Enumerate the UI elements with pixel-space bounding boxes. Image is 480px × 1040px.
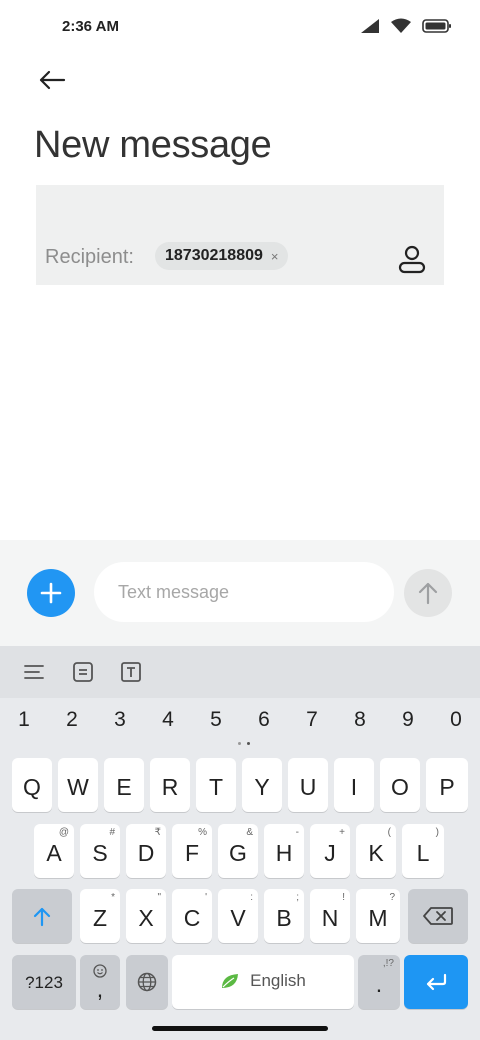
key-9[interactable]: 9 [388,708,428,732]
page-dots [234,742,254,748]
send-button[interactable] [404,569,452,617]
compose-area [0,540,480,646]
arrow-up-icon [418,582,438,605]
emoji-comma-key[interactable]: , [80,955,120,1009]
enter-arrow-icon [426,973,447,991]
backspace-icon [423,907,453,925]
symbols-key[interactable]: ?123 [12,955,76,1009]
space-label: English [250,971,306,990]
gesture-nav-bar[interactable] [152,1026,328,1031]
key-i[interactable]: I [334,758,374,812]
enter-key[interactable] [404,955,468,1009]
globe-icon [137,972,157,992]
shift-arrow-icon [33,907,51,927]
key-l[interactable]: ) L [402,824,444,878]
battery-icon [422,18,452,39]
key-6[interactable]: 6 [244,708,284,732]
key-f[interactable]: % F [172,824,212,878]
key-4[interactable]: 4 [148,708,188,732]
space-key[interactable]: English [172,955,354,1009]
chip-close-icon[interactable]: × [271,249,279,264]
key-c[interactable]: ' C [172,889,212,943]
key-g[interactable]: & G [218,824,258,878]
key-s[interactable]: # S [80,824,120,878]
back-button[interactable] [28,58,76,102]
clipboard-icon[interactable] [69,658,97,686]
key-q[interactable]: Q [12,758,52,812]
key-t[interactable]: T [196,758,236,812]
key-p[interactable]: P [426,758,468,812]
key-e[interactable]: E [104,758,144,812]
recipient-chip-number: 18730218809 [165,247,263,264]
key-a[interactable]: @ A [34,824,74,878]
leaf-icon [222,974,239,988]
wifi-icon [390,18,412,39]
key-5[interactable]: 5 [196,708,236,732]
contact-picker-button[interactable] [392,239,432,279]
menu-lines-icon[interactable] [20,658,48,686]
shift-key[interactable] [12,889,72,943]
key-o[interactable]: O [380,758,420,812]
page-title: New message [34,124,272,166]
arrow-left-icon [39,70,66,90]
message-input[interactable] [94,562,394,622]
add-attachment-button[interactable] [27,569,75,617]
key-b[interactable]: ; B [264,889,304,943]
status-bar: 2:36 AM [0,0,480,56]
recipient-chip[interactable]: 18730218809 × [155,242,289,270]
key-1[interactable]: 1 [4,708,44,732]
status-time: 2:36 AM [62,18,119,35]
key-v[interactable]: :V [218,889,258,943]
key-x[interactable]: " X [126,889,166,943]
language-key[interactable] [126,955,168,1009]
key-r[interactable]: R [150,758,190,812]
key-m[interactable]: ? M [356,889,400,943]
key-n[interactable]: ! N [310,889,350,943]
key-d[interactable]: ₹ D [126,824,166,878]
key-0[interactable]: 0 [436,708,476,732]
key-3[interactable]: 3 [100,708,140,732]
key-y[interactable]: Y [242,758,282,812]
period-key[interactable]: ,!? . [358,955,400,1009]
person-icon [398,245,426,274]
backspace-key[interactable] [408,889,468,943]
key-2[interactable]: 2 [52,708,92,732]
keyboard: 1 2 3 4 5 6 7 8 9 0 Q W E R T Y U I O P … [0,646,480,1040]
key-h[interactable]: -H [264,824,304,878]
recipient-label: Recipient: [45,246,134,268]
status-icons [360,18,452,39]
key-k[interactable]: (K [356,824,396,878]
plus-icon [40,582,62,604]
key-j[interactable]: + J [310,824,350,878]
number-row: 1 2 3 4 5 6 7 8 9 0 [0,702,480,742]
recipient-field[interactable]: Recipient: 18730218809 × [36,185,444,285]
key-7[interactable]: 7 [292,708,332,732]
keyboard-toolbar [0,646,480,698]
key-z[interactable]: * Z [80,889,120,943]
signal-icon [360,18,380,39]
key-u[interactable]: U [288,758,328,812]
text-format-icon[interactable] [117,658,145,686]
key-w[interactable]: W [58,758,98,812]
key-8[interactable]: 8 [340,708,380,732]
